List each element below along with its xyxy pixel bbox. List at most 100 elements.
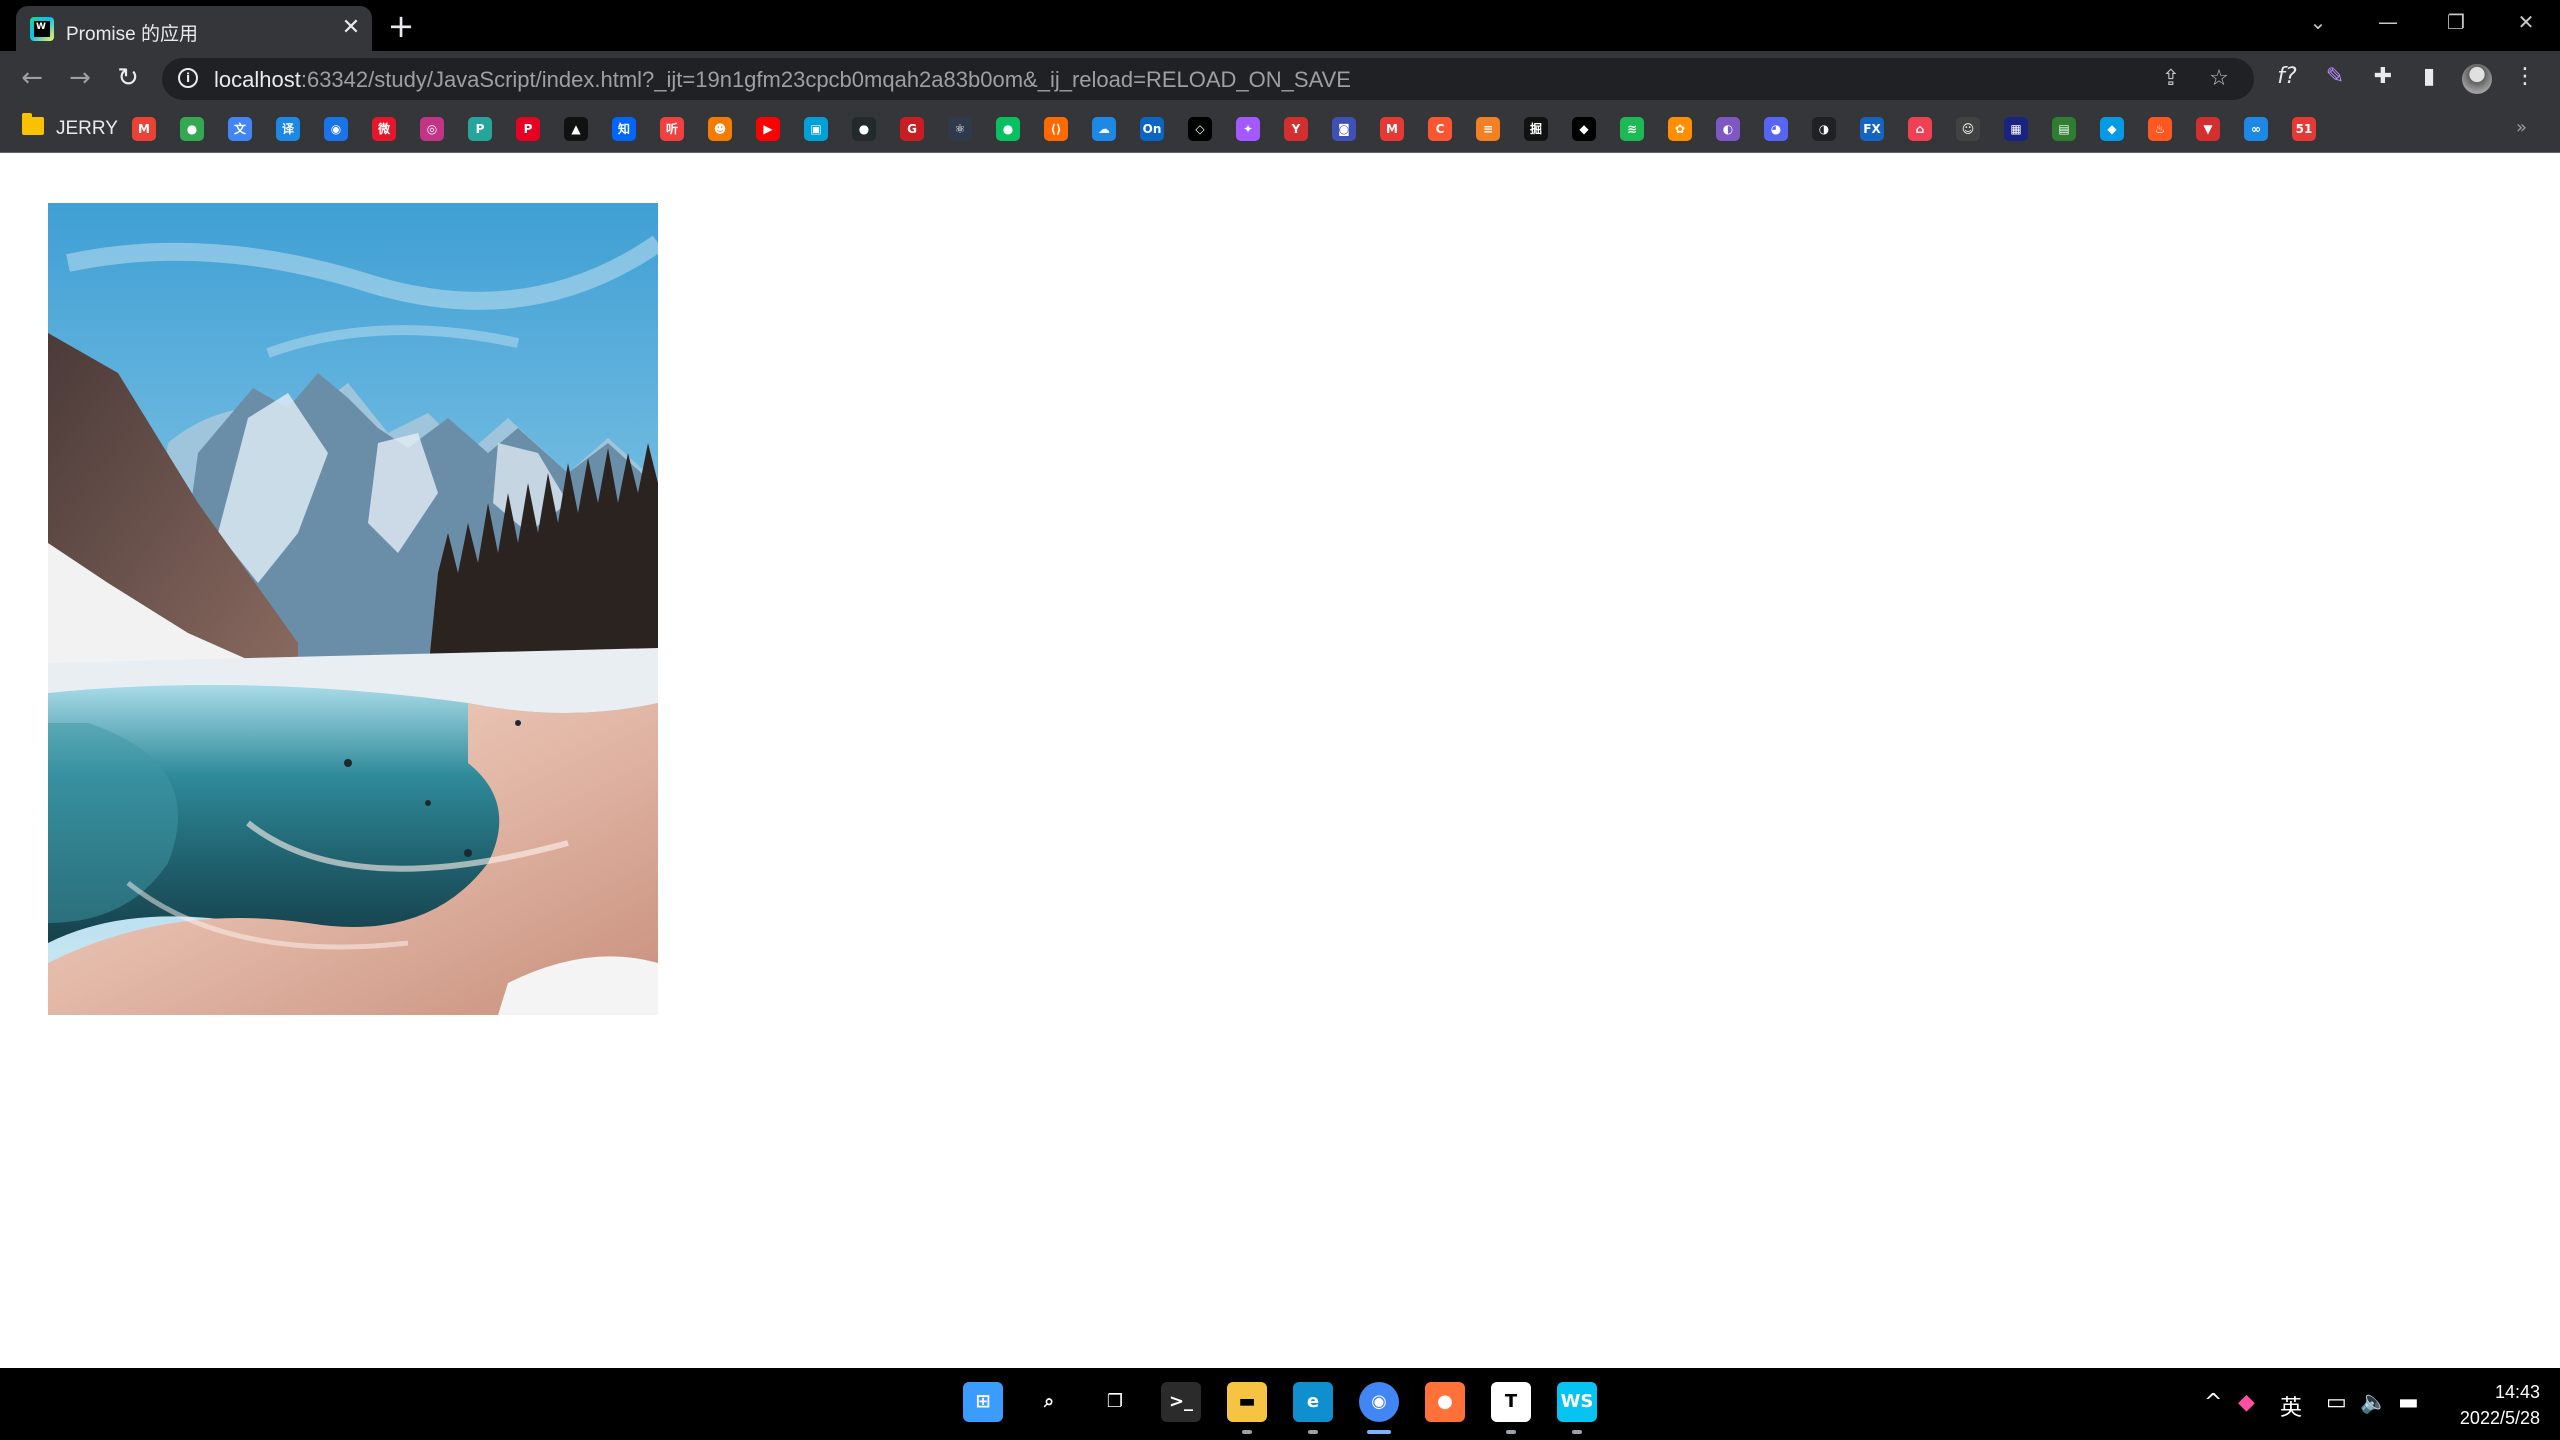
bookmark-dict-icon[interactable]: 译 [276,117,300,141]
tab-close-icon[interactable]: ✕ [338,15,364,41]
bookmark-orange-icon[interactable]: ✿ [1668,117,1692,141]
taskbar-edge-icon[interactable]: e [1293,1382,1333,1422]
bookmark-num51-icon[interactable]: 51 [2292,117,2316,141]
bookmark-robot-icon[interactable]: ◙ [1332,117,1356,141]
bookmark-window-icon[interactable]: ▦ [2004,117,2028,141]
bookmark-folder-jerry[interactable]: JERRY [56,118,118,140]
reload-button[interactable]: ↻ [112,63,144,95]
taskbar-chrome-icon[interactable]: ◉ [1359,1382,1399,1422]
bookmark-mail-icon[interactable]: M [1380,117,1404,141]
bookmark-translate-icon[interactable]: 文 [228,117,252,141]
page-viewport [0,153,2560,1368]
running-indicator [1506,1430,1516,1434]
tab-search-button[interactable]: ⌄ [2298,6,2338,38]
bookmark-loop-icon[interactable]: ∞ [2244,117,2268,141]
bookmark-wechat-icon[interactable]: ● [996,117,1020,141]
bookmark-chrome-icon[interactable]: ● [180,117,204,141]
bookmark-figma-icon[interactable]: ✦ [1236,117,1260,141]
bookmark-weibo-icon[interactable]: 微 [372,117,396,141]
bookmark-shield-icon[interactable]: ▼ [2196,117,2220,141]
bookmark-cloud-icon[interactable]: ☁ [1092,117,1116,141]
bookmark-codepen-icon[interactable]: ◇ [1188,117,1212,141]
taskbar-start-icon[interactable]: ⊞ [963,1382,1003,1422]
battery-icon[interactable]: ▬ [2398,1390,2419,1415]
browser-toolbar: ← → ↻ i localhost:63342/study/JavaScript… [0,51,2560,105]
share-icon[interactable]: ⇪ [2158,66,2184,92]
new-tab-button[interactable]: + [386,10,416,42]
bookmark-youtube-icon[interactable]: ▶ [756,117,780,141]
site-info-icon[interactable]: i [178,68,198,88]
landscape-illustration [48,203,658,1015]
forward-button[interactable]: → [64,63,96,95]
bookmark-csdn-icon[interactable]: C [1428,117,1452,141]
color-app-tray-icon[interactable]: ◆ [2238,1390,2255,1415]
bookmark-zhihu-icon[interactable]: 知 [612,117,636,141]
bookmark-purple-icon[interactable]: ◐ [1716,117,1740,141]
running-indicator [1367,1430,1391,1434]
clock-time[interactable]: 14:43 [2470,1382,2540,1403]
bookmark-yuque-icon[interactable]: Y [1284,117,1308,141]
ime-indicator[interactable]: 英 [2280,1390,2302,1422]
url-text[interactable]: localhost:63342/study/JavaScript/index.h… [214,67,1351,93]
pen-extension-icon[interactable]: ✎ [2320,62,2350,92]
taskbar-search-icon[interactable]: ⌕ [1029,1382,1069,1422]
tray-overflow-icon[interactable]: ^ [2204,1390,2222,1415]
minimize-button[interactable]: — [2368,6,2408,38]
bookmark-stack-icon[interactable]: ≡ [1476,117,1500,141]
taskbar-taskview-icon[interactable]: ❐ [1095,1382,1135,1422]
bookmarks-bar: JERRY M ● 文译 ◉ 微 ◎ P P ▲ 知听 ☻ ▶ ▣ ● G ⚛ ● ⟨⟩ ☁ On ◇ ✦ Y ◙ M C ≡ 掘 ◆ ≋… [0,105,2560,153]
taskbar-terminal-icon[interactable]: >_ [1161,1382,1201,1422]
close-window-button[interactable]: ✕ [2506,6,2546,38]
bookmark-juejin-icon[interactable]: 掘 [1524,117,1548,141]
bookmark-gmail-icon[interactable]: M [132,117,156,141]
bookmark-instagram-icon[interactable]: ◎ [420,117,444,141]
tab-title: Promise 的应用 [66,24,198,45]
webstorm-favicon-icon: W [30,17,54,41]
restore-button[interactable]: ❐ [2436,6,2476,38]
formula-extension-icon[interactable]: f? [2272,62,2302,92]
mountain-lake-image [48,203,658,1015]
bookmark-github-icon[interactable]: ● [852,117,876,141]
bookmark-ghost-icon[interactable]: ☺ [1956,117,1980,141]
bookmark-pinterest-icon[interactable]: P [516,117,540,141]
bookmark-react-icon[interactable]: ⚛ [948,117,972,141]
bookmark-globe-icon[interactable]: ◉ [324,117,348,141]
bookmark-pixiv-icon[interactable]: P [468,117,492,141]
clock-date[interactable]: 2022/5/28 [2430,1408,2540,1429]
bookmark-dark-icon[interactable]: ◑ [1812,117,1836,141]
bookmarks-overflow-icon[interactable]: » [2516,117,2527,138]
bookmark-bilibili-icon[interactable]: ▣ [804,117,828,141]
bookmark-diamond-icon[interactable]: ◆ [2100,117,2124,141]
running-indicator [1242,1430,1252,1434]
network-icon[interactable]: ▭ [2326,1390,2347,1415]
chrome-menu-icon[interactable]: ⋮ [2510,62,2540,92]
bookmark-discord-icon[interactable]: ◕ [1764,117,1788,141]
volume-icon[interactable]: 🔈 [2360,1390,2387,1415]
bookmark-fx-icon[interactable]: FX [1860,117,1884,141]
extensions-puzzle-icon[interactable]: ✚ [2368,62,2398,92]
bookmark-flame-icon[interactable]: ♨ [2148,117,2172,141]
bookmark-code-icon[interactable]: ⟨⟩ [1044,117,1068,141]
bookmark-star-icon[interactable]: ☆ [2206,66,2232,92]
address-bar[interactable]: i localhost:63342/study/JavaScript/index… [162,58,2254,100]
taskbar-typora-icon[interactable]: T [1491,1382,1531,1422]
bookmark-news-icon[interactable]: 听 [660,117,684,141]
taskbar-webstorm-icon[interactable]: WS [1557,1382,1597,1422]
bookmark-stamp-icon[interactable]: ▲ [564,117,588,141]
bookmark-pocket-icon[interactable]: ⌂ [1908,117,1932,141]
profile-avatar[interactable] [2462,64,2492,94]
folder-icon[interactable] [22,113,44,135]
bookmark-chat-icon[interactable]: ◆ [1572,117,1596,141]
bookmark-book-icon[interactable]: ▤ [2052,117,2076,141]
side-panel-icon[interactable]: ▮ [2414,62,2444,92]
bookmark-face-icon[interactable]: ☻ [708,117,732,141]
url-host: localhost [214,67,301,92]
taskbar-firefox-icon[interactable]: ● [1425,1382,1465,1422]
browser-tab[interactable]: W Promise 的应用 ✕ [16,6,372,51]
bookmark-onedrive-icon[interactable]: On [1140,117,1164,141]
bookmark-gitee-icon[interactable]: G [900,117,924,141]
back-button[interactable]: ← [16,63,48,95]
bookmark-spotify-icon[interactable]: ≋ [1620,117,1644,141]
running-indicator [1308,1430,1318,1434]
taskbar-explorer-icon[interactable]: ▬ [1227,1382,1267,1422]
